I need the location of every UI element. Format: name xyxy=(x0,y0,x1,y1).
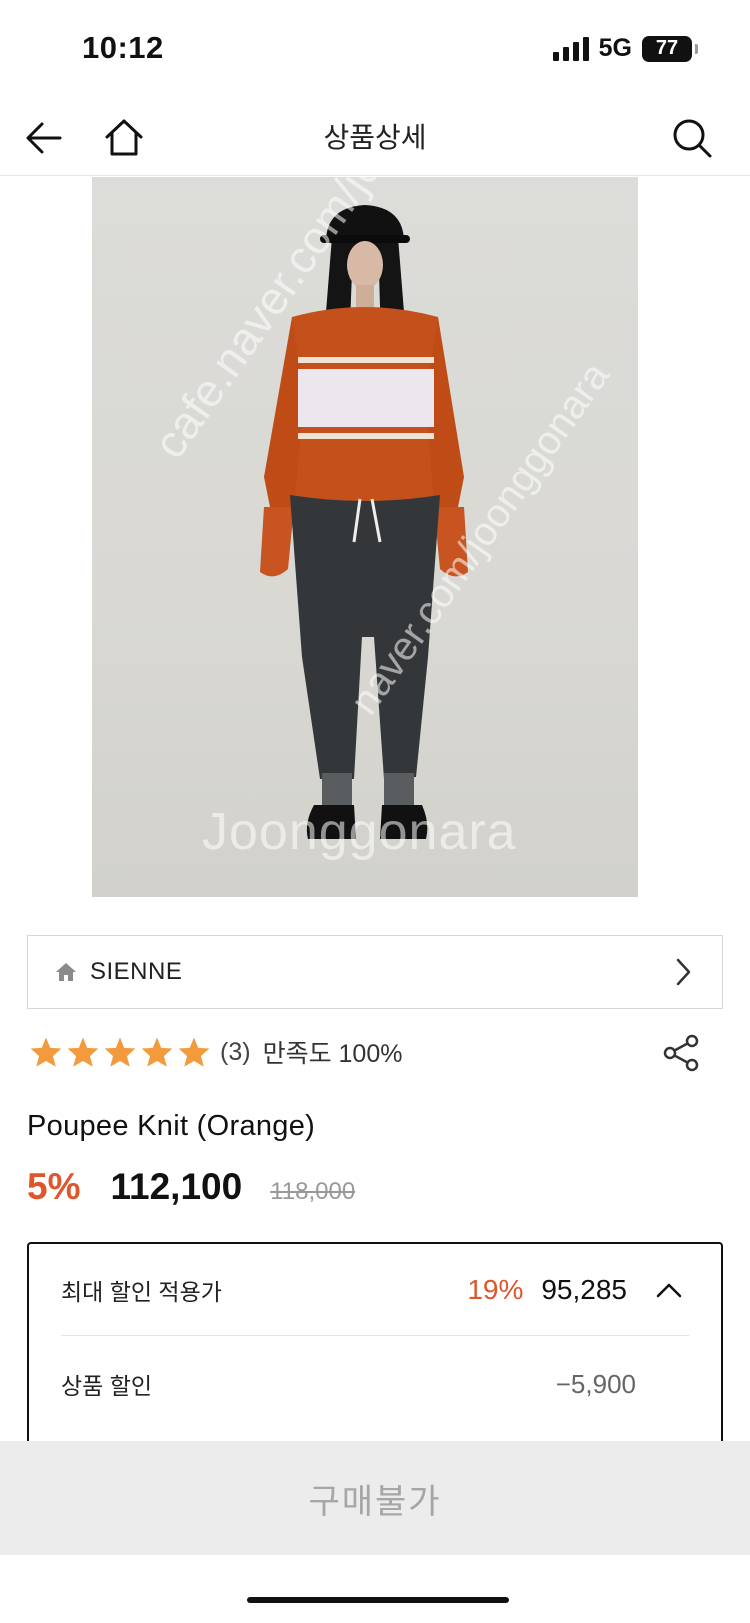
star-icon xyxy=(27,1034,64,1070)
max-discount-price: 95,285 xyxy=(541,1273,627,1305)
sale-price: 112,100 xyxy=(110,1166,243,1207)
share-icon xyxy=(663,1034,699,1072)
buy-button[interactable]: 구매불가 xyxy=(0,1441,750,1555)
chevron-up-icon[interactable] xyxy=(649,1270,689,1310)
rating-summary[interactable]: (3) 만족도 100% xyxy=(27,1034,402,1070)
search-icon xyxy=(673,119,712,158)
status-time: 10:12 xyxy=(82,30,164,65)
product-image[interactable]: cafe.naver.com/joonggo naver.com/joonggo… xyxy=(92,177,638,897)
status-bar: 10:12 5G 77 xyxy=(0,0,750,100)
max-discount-rate: 19% xyxy=(467,1273,524,1305)
watermark-main: Joonggonara xyxy=(202,803,517,861)
network-type: 5G xyxy=(598,34,632,62)
max-discount-label: 최대 할인 적용가 xyxy=(61,1278,222,1305)
product-discount-value: −5,900 xyxy=(555,1368,636,1399)
model-photo xyxy=(260,205,468,839)
discount-rate: 5% xyxy=(27,1166,81,1207)
product-discount-label: 상품 할인 xyxy=(61,1373,153,1399)
price-row: 5% 112,100 118,000 xyxy=(27,1166,355,1208)
original-price: 118,000 xyxy=(270,1178,356,1205)
max-discount-header[interactable]: 최대 할인 적용가 19% 95,285 xyxy=(61,1244,689,1336)
product-name: Poupee Knit (Orange) xyxy=(27,1110,316,1142)
home-indicator xyxy=(247,1597,509,1603)
star-icon xyxy=(101,1034,138,1070)
search-button[interactable] xyxy=(668,114,716,162)
review-count: (3) xyxy=(220,1037,251,1066)
product-discount-row: 상품 할인 −5,900 xyxy=(61,1354,636,1414)
buy-button-label: 구매불가 xyxy=(308,1482,442,1521)
brand-link[interactable]: SIENNE xyxy=(27,935,723,1009)
satisfaction-rate: 만족도 100% xyxy=(262,1040,403,1068)
chevron-right-icon xyxy=(668,957,698,987)
share-button[interactable] xyxy=(660,1032,702,1074)
max-discount-panel: 최대 할인 적용가 19% 95,285 상품 할인 −5,900 xyxy=(27,1242,723,1442)
nav-bar: 상품상세 xyxy=(0,100,750,176)
brand-name: SIENNE xyxy=(90,958,183,985)
status-indicators: 5G 77 xyxy=(552,34,698,63)
star-rating xyxy=(27,1034,212,1070)
battery-tip xyxy=(695,43,698,54)
star-icon xyxy=(175,1034,212,1070)
cellular-signal-icon xyxy=(552,36,589,61)
star-icon xyxy=(64,1034,101,1070)
star-icon xyxy=(138,1034,175,1070)
store-home-icon xyxy=(52,958,80,986)
page-title: 상품상세 xyxy=(323,122,427,153)
battery-icon: 77 xyxy=(642,35,692,62)
